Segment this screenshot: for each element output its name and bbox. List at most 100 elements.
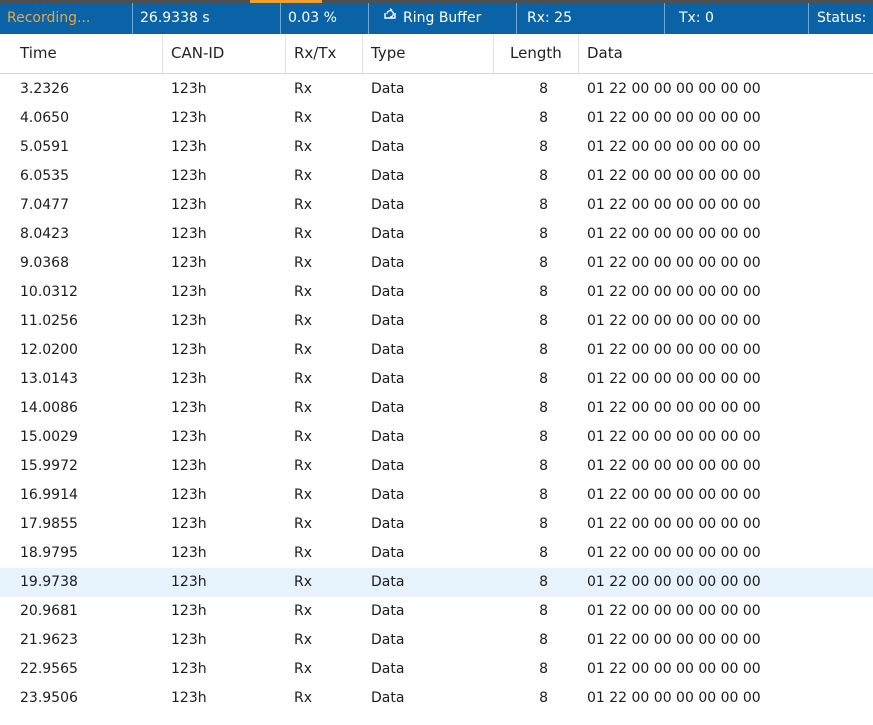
- cell-rx-tx: Rx: [294, 255, 313, 271]
- cell-data: 01 22 00 00 00 00 00 00: [587, 197, 761, 213]
- cell-rx-tx: Rx: [294, 516, 313, 532]
- cell-rx-tx: Rx: [294, 284, 313, 300]
- cell-time: 13.0143: [20, 371, 78, 387]
- cell-rx-tx: Rx: [294, 313, 313, 329]
- cell-rx-tx: Rx: [294, 197, 313, 213]
- recording-indicator[interactable]: Recording...: [0, 3, 132, 34]
- column-header-type[interactable]: Type: [363, 34, 494, 73]
- cell-data: 01 22 00 00 00 00 00 00: [587, 400, 761, 416]
- recording-duration: 26.9338 s: [132, 3, 280, 34]
- cell-time: 15.0029: [20, 429, 78, 445]
- column-header-data[interactable]: Data: [579, 34, 873, 73]
- cell-time: 9.0368: [20, 255, 69, 271]
- cell-can-id: 123h: [171, 487, 207, 503]
- cell-type: Data: [371, 139, 405, 155]
- cell-can-id: 123h: [171, 313, 207, 329]
- table-row[interactable]: 12.0200 123h Rx Data 8 01 22 00 00 00 00 00 0…: [0, 336, 873, 365]
- table-row[interactable]: 23.9506 123h Rx Data 8 01 22 00 00 00 00 00 0…: [0, 684, 873, 713]
- cell-rx-tx: Rx: [294, 574, 313, 590]
- cell-can-id: 123h: [171, 168, 207, 184]
- table-row[interactable]: 21.9623 123h Rx Data 8 01 22 00 00 00 00 00 0…: [0, 626, 873, 655]
- trace-table-body[interactable]: 3.2326 123h Rx Data 8 01 22 00 00 00 00 00 00…: [0, 74, 873, 725]
- cell-time: 17.9855: [20, 516, 78, 532]
- buffer-usage: 0.03 %: [280, 3, 368, 34]
- cell-rx-tx: Rx: [294, 400, 313, 416]
- cell-type: Data: [371, 342, 405, 358]
- cell-type: Data: [371, 458, 405, 474]
- table-row[interactable]: 13.0143 123h Rx Data 8 01 22 00 00 00 00 00 0…: [0, 365, 873, 394]
- cell-time: 12.0200: [20, 342, 78, 358]
- table-row[interactable]: 15.9972 123h Rx Data 8 01 22 00 00 00 00 00 0…: [0, 452, 873, 481]
- table-row[interactable]: 7.0477 123h Rx Data 8 01 22 00 00 00 00 00 00: [0, 191, 873, 220]
- cell-type: Data: [371, 110, 405, 126]
- cell-can-id: 123h: [171, 400, 207, 416]
- cell-type: Data: [371, 168, 405, 184]
- table-row[interactable]: 17.9855 123h Rx Data 8 01 22 00 00 00 00 00 0…: [0, 510, 873, 539]
- table-row[interactable]: 3.2326 123h Rx Data 8 01 22 00 00 00 00 00 00: [0, 75, 873, 104]
- table-row[interactable]: 11.0256 123h Rx Data 8 01 22 00 00 00 00 00 0…: [0, 307, 873, 336]
- cell-rx-tx: Rx: [294, 139, 313, 155]
- table-row[interactable]: 19.9738 123h Rx Data 8 01 22 00 00 00 00 00 0…: [0, 568, 873, 597]
- cell-data: 01 22 00 00 00 00 00 00: [587, 371, 761, 387]
- cell-data: 01 22 00 00 00 00 00 00: [587, 429, 761, 445]
- table-row[interactable]: 6.0535 123h Rx Data 8 01 22 00 00 00 00 00 00: [0, 162, 873, 191]
- cell-type: Data: [371, 516, 405, 532]
- column-header-can-id[interactable]: CAN-ID: [163, 34, 286, 73]
- cell-data: 01 22 00 00 00 00 00 00: [587, 603, 761, 619]
- cell-data: 01 22 00 00 00 00 00 00: [587, 168, 761, 184]
- table-row[interactable]: 22.9565 123h Rx Data 8 01 22 00 00 00 00 00 0…: [0, 655, 873, 684]
- cell-length: 8: [539, 429, 548, 445]
- cell-rx-tx: Rx: [294, 81, 313, 97]
- cell-type: Data: [371, 226, 405, 242]
- table-row[interactable]: 8.0423 123h Rx Data 8 01 22 00 00 00 00 00 00: [0, 220, 873, 249]
- cell-length: 8: [539, 574, 548, 590]
- cell-rx-tx: Rx: [294, 342, 313, 358]
- table-row[interactable]: 9.0368 123h Rx Data 8 01 22 00 00 00 00 00 00: [0, 249, 873, 278]
- cell-length: 8: [539, 632, 548, 648]
- cell-data: 01 22 00 00 00 00 00 00: [587, 690, 761, 706]
- cell-data: 01 22 00 00 00 00 00 00: [587, 342, 761, 358]
- cell-time: 4.0650: [20, 110, 69, 126]
- table-row[interactable]: 18.9795 123h Rx Data 8 01 22 00 00 00 00 00 0…: [0, 539, 873, 568]
- cell-type: Data: [371, 487, 405, 503]
- cell-length: 8: [539, 110, 548, 126]
- cell-type: Data: [371, 574, 405, 590]
- cell-can-id: 123h: [171, 284, 207, 300]
- cell-time: 19.9738: [20, 574, 78, 590]
- table-header: Time CAN-ID Rx/Tx Type Length Data: [0, 34, 873, 74]
- cell-data: 01 22 00 00 00 00 00 00: [587, 458, 761, 474]
- cell-time: 23.9506: [20, 690, 78, 706]
- cell-can-id: 123h: [171, 574, 207, 590]
- column-header-time[interactable]: Time: [12, 34, 163, 73]
- table-row[interactable]: 20.9681 123h Rx Data 8 01 22 00 00 00 00 00 0…: [0, 597, 873, 626]
- status-label: Status:: [808, 3, 873, 34]
- table-row[interactable]: 5.0591 123h Rx Data 8 01 22 00 00 00 00 00 00: [0, 133, 873, 162]
- cell-data: 01 22 00 00 00 00 00 00: [587, 545, 761, 561]
- ring-buffer-button[interactable]: Ring Buffer: [368, 3, 516, 34]
- cell-data: 01 22 00 00 00 00 00 00: [587, 139, 761, 155]
- column-header-length[interactable]: Length: [494, 34, 579, 73]
- cell-type: Data: [371, 661, 405, 677]
- cell-can-id: 123h: [171, 429, 207, 445]
- cell-length: 8: [539, 255, 548, 271]
- cell-rx-tx: Rx: [294, 168, 313, 184]
- table-row[interactable]: 4.0650 123h Rx Data 8 01 22 00 00 00 00 00 00: [0, 104, 873, 133]
- cell-length: 8: [539, 139, 548, 155]
- table-row[interactable]: 15.0029 123h Rx Data 8 01 22 00 00 00 00 00 0…: [0, 423, 873, 452]
- cell-time: 10.0312: [20, 284, 78, 300]
- cell-can-id: 123h: [171, 110, 207, 126]
- cell-data: 01 22 00 00 00 00 00 00: [587, 110, 761, 126]
- cell-length: 8: [539, 226, 548, 242]
- column-header-rx-tx[interactable]: Rx/Tx: [286, 34, 363, 73]
- cell-type: Data: [371, 197, 405, 213]
- cell-rx-tx: Rx: [294, 690, 313, 706]
- cell-length: 8: [539, 545, 548, 561]
- table-row[interactable]: 10.0312 123h Rx Data 8 01 22 00 00 00 00 00 0…: [0, 278, 873, 307]
- cell-can-id: 123h: [171, 139, 207, 155]
- cell-length: 8: [539, 487, 548, 503]
- cell-time: 14.0086: [20, 400, 78, 416]
- cell-rx-tx: Rx: [294, 632, 313, 648]
- cell-can-id: 123h: [171, 81, 207, 97]
- table-row[interactable]: 14.0086 123h Rx Data 8 01 22 00 00 00 00 00 0…: [0, 394, 873, 423]
- table-row[interactable]: 16.9914 123h Rx Data 8 01 22 00 00 00 00 00 0…: [0, 481, 873, 510]
